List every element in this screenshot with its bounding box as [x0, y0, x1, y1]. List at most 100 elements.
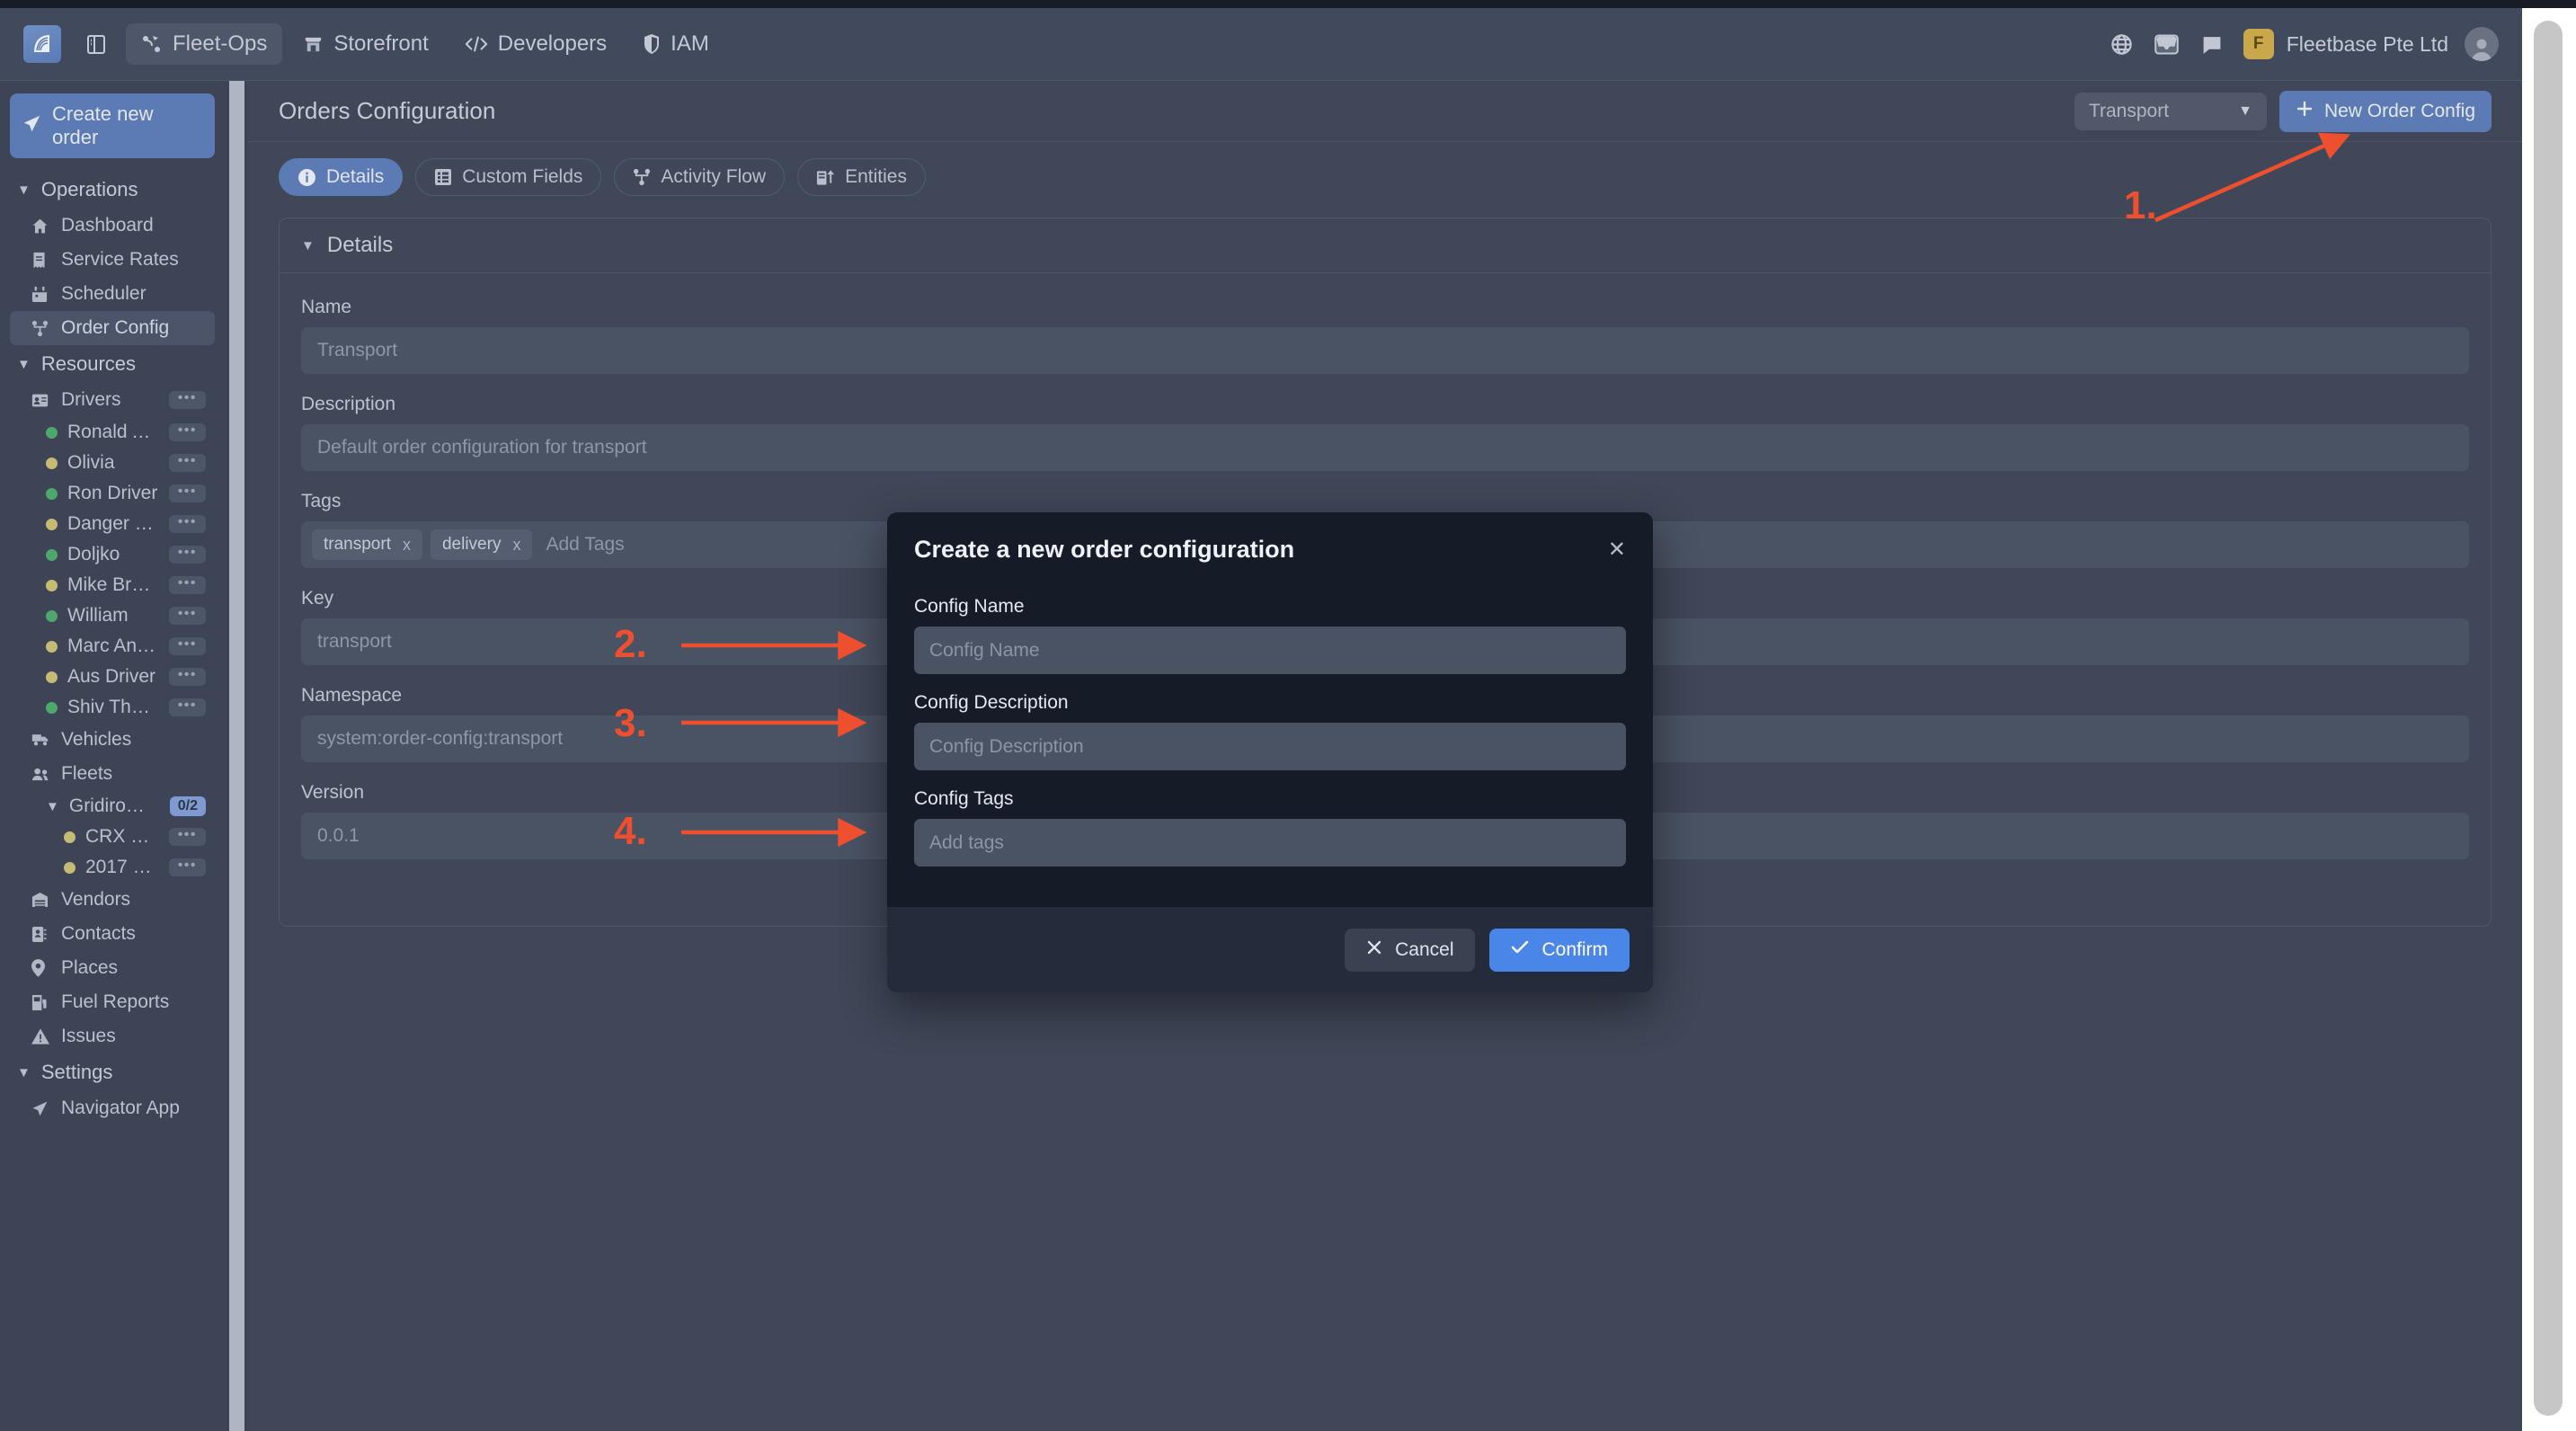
config-name-input[interactable]: Config Name: [914, 627, 1626, 674]
driver-options-button[interactable]: •••: [168, 607, 206, 625]
tag-remove-icon[interactable]: x: [512, 536, 520, 555]
tag-chip[interactable]: transport x: [312, 529, 422, 560]
sidebar-item-vehicles[interactable]: Vehicles: [10, 723, 215, 757]
organization-selector[interactable]: F Fleetbase Pte Ltd: [2243, 29, 2448, 59]
driver-options-button[interactable]: •••: [168, 515, 206, 533]
tab-details[interactable]: Details: [279, 158, 404, 196]
tab-activity-flow[interactable]: Activity Flow: [614, 158, 786, 196]
sidebar-item-fleets[interactable]: Fleets: [10, 757, 215, 791]
config-tags-input[interactable]: Add tags: [914, 819, 1626, 867]
config-select[interactable]: Transport ▼: [2074, 92, 2267, 130]
modal-footer: Cancel Confirm: [887, 907, 1653, 992]
tag-remove-icon[interactable]: x: [403, 536, 411, 555]
list-item[interactable]: CRX H… •••: [10, 822, 215, 852]
fleet-vehicle-options-button[interactable]: •••: [168, 828, 206, 846]
driver-options-button[interactable]: •••: [168, 668, 206, 686]
list-item[interactable]: Ron Driver •••: [10, 478, 215, 509]
list-item[interactable]: Aus Driver •••: [10, 662, 215, 692]
list-item[interactable]: Danger … •••: [10, 509, 215, 539]
sidebar-scrollbar[interactable]: [225, 81, 248, 1431]
nav-storefront[interactable]: Storefront: [288, 23, 443, 65]
nav-fleet-ops[interactable]: Fleet-Ops: [126, 23, 283, 65]
sidebar-item-order-config[interactable]: Order Config: [10, 311, 215, 345]
caret-down-icon: ▼: [17, 182, 31, 198]
driver-options-button[interactable]: •••: [168, 576, 206, 594]
sidebar-item-contacts[interactable]: Contacts: [10, 917, 215, 951]
sidebar-item-scheduler[interactable]: Scheduler: [10, 277, 215, 311]
sidebar-item-places[interactable]: Places: [10, 951, 215, 985]
sidebar-group-operations[interactable]: ▼ Operations: [10, 171, 215, 209]
user-avatar-icon[interactable]: [2465, 27, 2499, 61]
name-input[interactable]: Transport: [301, 327, 2469, 374]
inbox-icon[interactable]: [2145, 24, 2190, 64]
sidebar-item-dashboard[interactable]: Dashboard: [10, 209, 215, 243]
check-icon: [1511, 939, 1529, 961]
new-order-config-button[interactable]: New Order Config: [2278, 90, 2492, 132]
store-icon: [303, 34, 324, 55]
sidebar-item-vendors[interactable]: Vendors: [10, 883, 215, 917]
config-description-input[interactable]: Config Description: [914, 723, 1626, 770]
sidebar-group-resources[interactable]: ▼ Resources: [10, 345, 215, 383]
driver-options-button[interactable]: •••: [168, 423, 206, 441]
list-item[interactable]: Marc Ant… •••: [10, 631, 215, 662]
driver-name: Olivia: [67, 452, 115, 473]
list-item[interactable]: Ronald A… •••: [10, 417, 215, 448]
fleet-vehicle-name: 2017 S…: [85, 857, 159, 877]
sidebar-group-settings[interactable]: ▼ Settings: [10, 1053, 215, 1091]
create-new-order-label: Create new order: [52, 102, 154, 148]
driver-name: Ronald A…: [67, 422, 159, 442]
chat-icon[interactable]: [2190, 24, 2234, 64]
driver-options-button[interactable]: •••: [168, 546, 206, 564]
driver-name: Doljko: [67, 544, 120, 564]
sidebar-item-issues[interactable]: Issues: [10, 1019, 215, 1053]
warning-icon: [31, 1028, 49, 1044]
globe-icon[interactable]: [2100, 24, 2145, 64]
list-item[interactable]: Mike Bre… •••: [10, 570, 215, 600]
sidebar-item-drivers[interactable]: Drivers •••: [10, 383, 215, 417]
list-item[interactable]: 2017 S… •••: [10, 852, 215, 883]
sidebar-item-scheduler-label: Scheduler: [61, 283, 147, 304]
driver-options-button[interactable]: •••: [168, 484, 206, 502]
description-input[interactable]: Default order configuration for transpor…: [301, 424, 2469, 471]
nav-developers[interactable]: Developers: [449, 23, 622, 65]
drivers-options-button[interactable]: •••: [168, 391, 206, 409]
warehouse-icon: [31, 892, 49, 908]
list-item[interactable]: William •••: [10, 600, 215, 631]
driver-options-button[interactable]: •••: [168, 637, 206, 655]
shield-icon: [643, 33, 661, 55]
confirm-button[interactable]: Confirm: [1489, 928, 1630, 972]
driver-options-button[interactable]: •••: [168, 698, 206, 716]
fleet-name: Gridiron Gang: [68, 795, 151, 816]
sidebar-item-dashboard-label: Dashboard: [61, 215, 154, 236]
sidebar-item-navigator-app[interactable]: Navigator App: [10, 1091, 215, 1125]
sidebar-item-vehicles-label: Vehicles: [61, 729, 132, 750]
sidebar-scrollbar-thumb[interactable]: [229, 81, 244, 1431]
fleetbase-logo-icon[interactable]: [23, 25, 61, 63]
list-item[interactable]: Shiv Tha… •••: [10, 692, 215, 723]
sidebar-item-drivers-label: Drivers: [61, 389, 121, 410]
list-item[interactable]: Olivia •••: [10, 448, 215, 478]
flow-icon: [633, 168, 651, 186]
fleet-vehicle-options-button[interactable]: •••: [168, 858, 206, 876]
tag-chip[interactable]: delivery x: [430, 529, 533, 560]
cancel-button[interactable]: Cancel: [1345, 928, 1476, 972]
tab-custom-fields[interactable]: Custom Fields: [415, 158, 602, 196]
list-item[interactable]: Doljko •••: [10, 539, 215, 570]
driver-options-button[interactable]: •••: [168, 454, 206, 472]
tab-bar: Details Custom Fields Activity Flow Enti…: [248, 142, 2522, 209]
details-panel-header[interactable]: ▼ Details: [280, 218, 2491, 273]
sidebar-item-fuel-reports[interactable]: Fuel Reports: [10, 985, 215, 1019]
application-window: Fleet-Ops Storefront Developers IAM F Fl…: [0, 0, 2576, 1431]
window-scrollbar-thumb[interactable]: [2534, 21, 2563, 1416]
create-new-order-button[interactable]: Create new order: [10, 93, 215, 158]
fuel-pump-icon: [31, 994, 49, 1011]
nav-iam[interactable]: IAM: [627, 23, 724, 65]
tab-entities[interactable]: Entities: [797, 158, 926, 196]
sidebar-item-service-rates[interactable]: Service Rates: [10, 243, 215, 277]
app-header: Fleet-Ops Storefront Developers IAM F Fl…: [0, 8, 2522, 81]
panel-toggle-icon[interactable]: [81, 29, 111, 59]
close-icon[interactable]: ✕: [1608, 538, 1626, 561]
window-scrollbar[interactable]: [2522, 8, 2576, 1431]
driver-name: Mike Bre…: [67, 574, 159, 595]
fleet-group-gridiron-gang[interactable]: ▼ Gridiron Gang 0/2: [10, 791, 215, 822]
